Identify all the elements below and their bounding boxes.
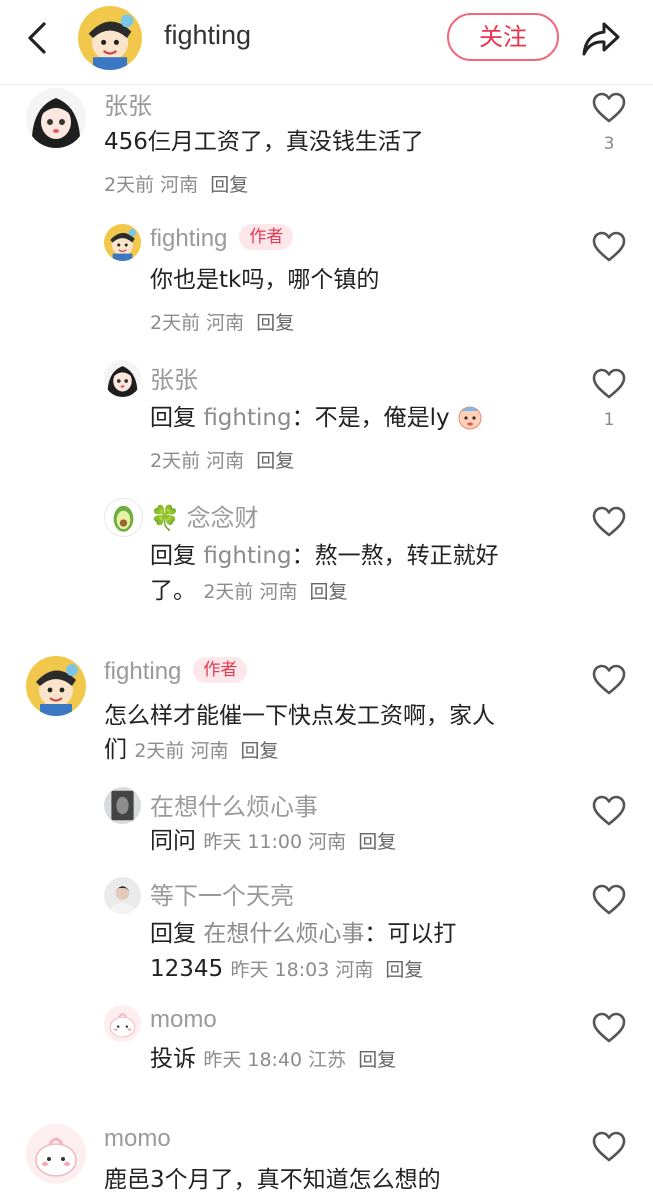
like-heart-icon[interactable]: [592, 506, 626, 538]
like-count: 1: [603, 410, 615, 430]
comment-text: 鹿邑3个月了，真不知道怎么想的: [104, 1167, 441, 1193]
header-username[interactable]: fighting: [164, 20, 251, 51]
comment-text-line2: 们 2天前 河南 回复: [104, 737, 279, 763]
reply-username[interactable]: 在想什么烦心事: [150, 787, 318, 822]
share-icon[interactable]: [578, 16, 624, 62]
avatar[interactable]: [26, 88, 86, 148]
like-heart-icon[interactable]: [592, 1012, 626, 1044]
reply-text: 投诉 昨天 18:40 江苏 回复: [150, 1046, 397, 1072]
clover-icon: 🍀: [150, 505, 180, 532]
author-badge: 作者: [239, 224, 294, 250]
reply-button[interactable]: 回复: [385, 959, 423, 981]
like-heart-icon[interactable]: [592, 231, 626, 263]
reply-to-user[interactable]: fighting: [203, 405, 291, 431]
like-heart-icon[interactable]: [592, 664, 626, 696]
comment-username[interactable]: momo: [104, 1125, 171, 1153]
comment-text: 456仨月工资了，真没钱生活了: [104, 129, 424, 155]
comment-username[interactable]: fighting 作者: [104, 657, 248, 686]
reply-text-line2: 12345 昨天 18:03 河南 回复: [150, 956, 424, 982]
avatar[interactable]: [26, 656, 86, 716]
reply-text-line2: 了。 2天前 河南 回复: [150, 578, 348, 604]
author-badge: 作者: [193, 657, 248, 683]
reply-username[interactable]: 等下一个天亮: [150, 876, 294, 911]
avatar[interactable]: [104, 224, 141, 261]
reply-to-user[interactable]: 在想什么烦心事: [203, 921, 364, 947]
blush-emoji-icon: [457, 404, 483, 430]
reply-username[interactable]: fighting 作者: [150, 224, 294, 253]
reply-text: 回复 fighting：熬一熬，转正就好: [150, 543, 499, 569]
comment-location: 河南: [160, 174, 199, 196]
like-count: 3: [603, 134, 615, 154]
reply-meta: 2天前 河南 回复: [150, 312, 295, 334]
like-heart-icon[interactable]: [592, 92, 626, 124]
reply-text: 回复 fighting：不是，俺是ly: [150, 400, 483, 436]
comment-text: 怎么样才能催一下快点发工资啊，家人: [104, 703, 495, 729]
follow-button[interactable]: 关注: [447, 13, 559, 61]
like-heart-icon[interactable]: [592, 884, 626, 916]
avatar[interactable]: [104, 1005, 141, 1042]
reply-button[interactable]: 回复: [256, 450, 294, 472]
reply-button[interactable]: 回复: [358, 831, 396, 853]
reply-meta: 2天前 河南 回复: [150, 450, 295, 472]
reply-username[interactable]: 🍀 念念财: [150, 498, 259, 533]
reply-text: 你也是tk吗，哪个镇的: [150, 267, 380, 293]
avatar[interactable]: [104, 877, 141, 914]
reply-button[interactable]: 回复: [241, 740, 279, 762]
comment-time: 2天前: [104, 174, 155, 196]
reply-text: 同问 昨天 11:00 河南 回复: [150, 828, 397, 854]
reply-text: 回复 在想什么烦心事：可以打: [150, 921, 457, 947]
top-bar: fighting 关注: [0, 0, 653, 85]
comment-meta: 2天前 河南 回复: [104, 170, 248, 197]
back-arrow-icon[interactable]: [18, 18, 58, 58]
reply-button[interactable]: 回复: [358, 1049, 396, 1071]
avatar[interactable]: [104, 360, 141, 397]
reply-username[interactable]: momo: [150, 1006, 217, 1034]
reply-button[interactable]: 回复: [210, 174, 248, 196]
reply-button[interactable]: 回复: [256, 312, 294, 334]
like-heart-icon[interactable]: [592, 368, 626, 400]
reply-to-user[interactable]: fighting: [203, 543, 291, 569]
like-heart-icon[interactable]: [592, 795, 626, 827]
comment-username[interactable]: 张张: [104, 86, 152, 121]
avatar[interactable]: [104, 498, 143, 537]
reply-username[interactable]: 张张: [150, 360, 198, 395]
like-heart-icon[interactable]: [592, 1131, 626, 1163]
avatar[interactable]: [26, 1124, 86, 1184]
reply-button[interactable]: 回复: [310, 581, 348, 603]
header-avatar[interactable]: [78, 6, 142, 70]
avatar[interactable]: [104, 787, 141, 824]
